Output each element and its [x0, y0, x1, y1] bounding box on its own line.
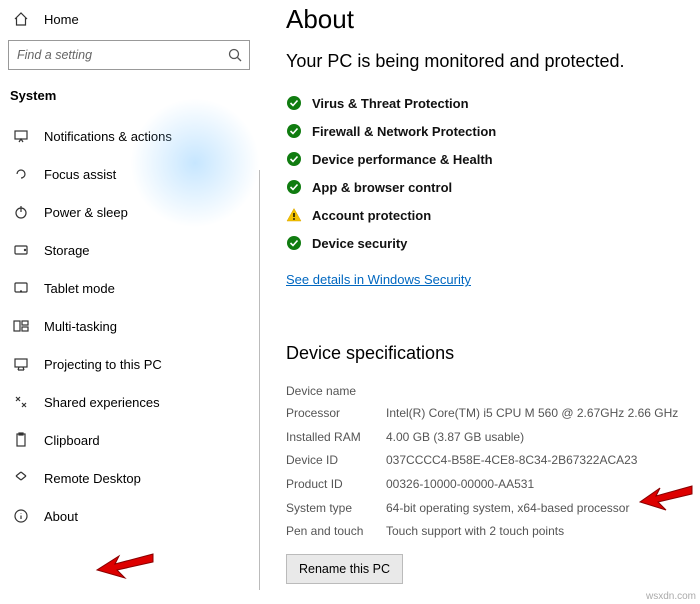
- clipboard-icon: [12, 431, 30, 449]
- sidebar-item-multitasking[interactable]: Multi-tasking: [0, 307, 260, 345]
- spec-processor: ProcessorIntel(R) Core(TM) i5 CPU M 560 …: [286, 402, 688, 426]
- home-label: Home: [44, 12, 79, 27]
- spec-value: Touch support with 2 touch points: [386, 524, 688, 540]
- status-account-protection: Account protection: [286, 201, 688, 229]
- spec-device-id: Device ID037CCCC4-B58E-4CE8-8C34-2B67322…: [286, 449, 688, 473]
- spec-label: Product ID: [286, 477, 386, 491]
- status-virus-threat: Virus & Threat Protection: [286, 89, 688, 117]
- search-icon: [228, 48, 242, 62]
- spec-device-name: Device name: [286, 380, 688, 402]
- spec-label: Device ID: [286, 453, 386, 467]
- spec-value: 037CCCC4-B58E-4CE8-8C34-2B67322ACA23: [386, 453, 688, 469]
- sidebar-item-clipboard[interactable]: Clipboard: [0, 421, 260, 459]
- search-container: [8, 40, 250, 70]
- focus-assist-icon: [12, 165, 30, 183]
- nav-item-label: Power & sleep: [44, 205, 128, 220]
- nav-item-label: Shared experiences: [44, 395, 160, 410]
- sidebar-item-focus-assist[interactable]: Focus assist: [0, 155, 260, 193]
- status-label: Firewall & Network Protection: [312, 124, 496, 139]
- sidebar-item-home[interactable]: Home: [0, 4, 260, 38]
- status-performance: Device performance & Health: [286, 145, 688, 173]
- sidebar-item-storage[interactable]: Storage: [0, 231, 260, 269]
- check-icon: [286, 151, 302, 167]
- spec-system-type: System type64-bit operating system, x64-…: [286, 497, 688, 521]
- sidebar-item-tablet-mode[interactable]: Tablet mode: [0, 269, 260, 307]
- warning-icon: [286, 207, 302, 223]
- protection-heading: Your PC is being monitored and protected…: [286, 49, 688, 73]
- status-label: Device security: [312, 236, 407, 251]
- sidebar-item-about[interactable]: About: [0, 497, 260, 535]
- spec-label: Processor: [286, 406, 386, 420]
- nav-item-label: Projecting to this PC: [44, 357, 162, 372]
- shared-icon: [12, 393, 30, 411]
- nav-item-label: Clipboard: [44, 433, 100, 448]
- spec-value: 4.00 GB (3.87 GB usable): [386, 430, 688, 446]
- sidebar: Home System Notifications & actions Focu…: [0, 0, 260, 604]
- check-icon: [286, 235, 302, 251]
- sidebar-item-remote-desktop[interactable]: Remote Desktop: [0, 459, 260, 497]
- projecting-icon: [12, 355, 30, 373]
- check-icon: [286, 123, 302, 139]
- status-label: App & browser control: [312, 180, 452, 195]
- nav-item-label: Remote Desktop: [44, 471, 141, 486]
- spec-ram: Installed RAM4.00 GB (3.87 GB usable): [286, 426, 688, 450]
- spec-product-id: Product ID00326-10000-00000-AA531: [286, 473, 688, 497]
- status-app-browser: App & browser control: [286, 173, 688, 201]
- search-input[interactable]: [8, 40, 250, 70]
- rename-pc-button[interactable]: Rename this PC: [286, 554, 403, 584]
- nav-item-label: Storage: [44, 243, 90, 258]
- spec-label: Pen and touch: [286, 524, 386, 538]
- remote-desktop-icon: [12, 469, 30, 487]
- power-icon: [12, 203, 30, 221]
- status-firewall: Firewall & Network Protection: [286, 117, 688, 145]
- spec-label: Device name: [286, 384, 386, 398]
- storage-icon: [12, 241, 30, 259]
- status-label: Virus & Threat Protection: [312, 96, 469, 111]
- device-specs-heading: Device specifications: [286, 343, 688, 364]
- security-details-link[interactable]: See details in Windows Security: [286, 272, 471, 287]
- check-icon: [286, 95, 302, 111]
- spec-pen-touch: Pen and touchTouch support with 2 touch …: [286, 520, 688, 544]
- about-icon: [12, 507, 30, 525]
- sidebar-category: System: [0, 82, 260, 117]
- security-status-list: Virus & Threat Protection Firewall & Net…: [286, 89, 688, 257]
- watermark: wsxdn.com: [646, 591, 696, 602]
- annotation-arrow-right: [638, 480, 694, 520]
- divider: [259, 170, 260, 590]
- spec-label: Installed RAM: [286, 430, 386, 444]
- sidebar-item-power-sleep[interactable]: Power & sleep: [0, 193, 260, 231]
- nav-item-label: Tablet mode: [44, 281, 115, 296]
- multitasking-icon: [12, 317, 30, 335]
- home-icon: [12, 10, 30, 28]
- check-icon: [286, 179, 302, 195]
- nav-item-label: Notifications & actions: [44, 129, 172, 144]
- status-label: Device performance & Health: [312, 152, 493, 167]
- nav-item-label: Focus assist: [44, 167, 116, 182]
- sidebar-item-shared-experiences[interactable]: Shared experiences: [0, 383, 260, 421]
- page-title: About: [286, 4, 688, 35]
- nav-item-label: Multi-tasking: [44, 319, 117, 334]
- nav-item-label: About: [44, 509, 78, 524]
- sidebar-item-projecting[interactable]: Projecting to this PC: [0, 345, 260, 383]
- notifications-icon: [12, 127, 30, 145]
- spec-label: System type: [286, 501, 386, 515]
- annotation-arrow-left: [95, 548, 155, 588]
- status-label: Account protection: [312, 208, 431, 223]
- main-content: About Your PC is being monitored and pro…: [260, 0, 700, 604]
- tablet-icon: [12, 279, 30, 297]
- status-device-security: Device security: [286, 229, 688, 257]
- spec-value: Intel(R) Core(TM) i5 CPU M 560 @ 2.67GHz…: [386, 406, 688, 422]
- sidebar-item-notifications[interactable]: Notifications & actions: [0, 117, 260, 155]
